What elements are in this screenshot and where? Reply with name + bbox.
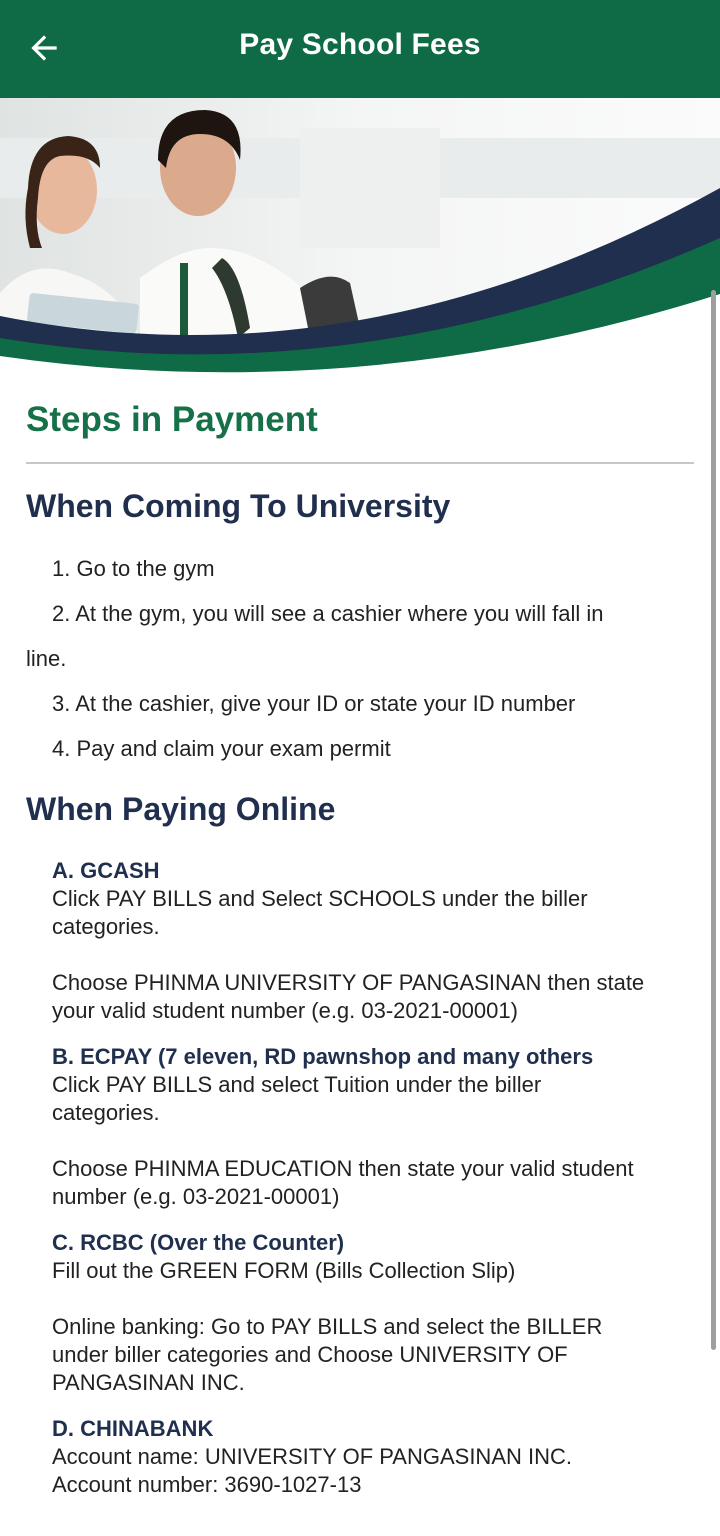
option-text: Account name: UNIVERSITY OF PANGASINAN I… — [52, 1444, 572, 1469]
option-heading: A. GCASH — [52, 858, 160, 883]
option-heading: D. CHINABANK — [52, 1416, 214, 1441]
university-steps-list: 1. Go to the gym 2. At the gym, you will… — [26, 546, 694, 771]
option-text: under biller categories and Choose UNIVE… — [52, 1342, 568, 1367]
option-ecpay: B. ECPAY (7 eleven, RD pawnshop and many… — [52, 1043, 692, 1211]
option-text: Online banking: Go to PAY BILLS and sele… — [52, 1314, 603, 1339]
option-chinabank: D. CHINABANK Account name: UNIVERSITY OF… — [52, 1415, 692, 1499]
list-item: 1. Go to the gym — [52, 556, 215, 581]
option-text: Fill out the GREEN FORM (Bills Collectio… — [52, 1258, 516, 1283]
option-rcbc: C. RCBC (Over the Counter) Fill out the … — [52, 1229, 692, 1397]
option-text: PANGASINAN INC. — [52, 1370, 245, 1395]
online-heading: When Paying Online — [26, 791, 336, 827]
option-text: your valid student number (e.g. 03-2021-… — [52, 998, 518, 1023]
list-item: 3. At the cashier, give your ID or state… — [52, 691, 576, 716]
option-text: Account number: 3690-1027-13 — [52, 1472, 362, 1497]
university-heading: When Coming To University — [26, 488, 451, 524]
option-text: Click PAY BILLS and Select SCHOOLS under… — [52, 886, 588, 911]
page-title: Pay School Fees — [239, 28, 481, 61]
option-text: Choose PHINMA EDUCATION then state your … — [52, 1156, 634, 1181]
option-heading: C. RCBC (Over the Counter) — [52, 1230, 345, 1255]
option-heading: B. ECPAY (7 eleven, RD pawnshop and many… — [52, 1044, 594, 1069]
option-text: Click PAY BILLS and select Tuition under… — [52, 1072, 542, 1097]
option-text: categories. — [52, 1100, 160, 1125]
online-options: A. GCASH Click PAY BILLS and Select SCHO… — [52, 857, 692, 1499]
list-item: 4. Pay and claim your exam permit — [52, 736, 391, 761]
list-item: 2. At the gym, you will see a cashier wh… — [52, 601, 604, 626]
divider — [26, 462, 694, 464]
scrollbar[interactable] — [711, 290, 716, 1350]
option-text: Choose PHINMA UNIVERSITY OF PANGASINAN t… — [52, 970, 645, 995]
option-text: categories. — [52, 914, 160, 939]
hero-banner-image — [0, 98, 720, 388]
app-bar: Pay School Fees — [0, 0, 720, 98]
option-text: number (e.g. 03-2021-00001) — [52, 1184, 340, 1209]
main-content: Steps in Payment When Coming To Universi… — [26, 390, 694, 1499]
option-gcash: A. GCASH Click PAY BILLS and Select SCHO… — [52, 857, 692, 1025]
list-item: line. — [26, 646, 67, 671]
section-title: Steps in Payment — [26, 400, 318, 439]
